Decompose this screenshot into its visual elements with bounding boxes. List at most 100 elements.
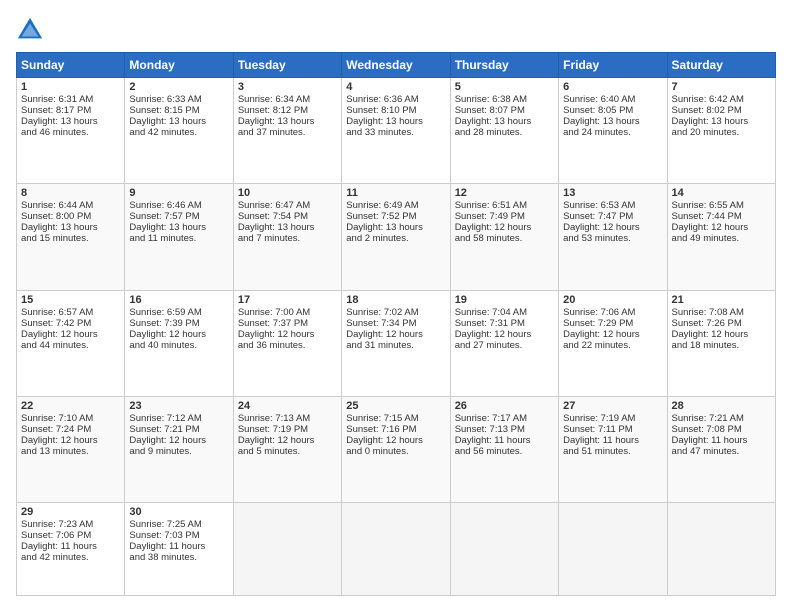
cell-line: Sunset: 7:29 PM — [563, 318, 662, 329]
day-number: 15 — [21, 294, 120, 306]
cell-line: Sunrise: 7:23 AM — [21, 519, 120, 530]
cell-line: and 11 minutes. — [129, 233, 228, 244]
cell-line: Sunset: 7:06 PM — [21, 530, 120, 541]
cell-line: and 44 minutes. — [21, 340, 120, 351]
calendar-cell: 26Sunrise: 7:17 AMSunset: 7:13 PMDayligh… — [450, 396, 558, 502]
cell-line: Daylight: 12 hours — [238, 435, 337, 446]
day-number: 2 — [129, 81, 228, 93]
cell-line: and 24 minutes. — [563, 127, 662, 138]
cell-line: Sunrise: 7:06 AM — [563, 307, 662, 318]
cell-line: Daylight: 12 hours — [455, 222, 554, 233]
cell-line: Daylight: 12 hours — [21, 435, 120, 446]
cell-line: Daylight: 12 hours — [129, 329, 228, 340]
day-number: 9 — [129, 187, 228, 199]
cell-line: Daylight: 13 hours — [238, 222, 337, 233]
cell-line: and 9 minutes. — [129, 446, 228, 457]
cell-line: Sunset: 7:31 PM — [455, 318, 554, 329]
header — [16, 16, 776, 44]
day-number: 24 — [238, 400, 337, 412]
calendar-cell: 10Sunrise: 6:47 AMSunset: 7:54 PMDayligh… — [233, 184, 341, 290]
day-number: 28 — [672, 400, 771, 412]
cell-line: Sunrise: 6:46 AM — [129, 200, 228, 211]
cell-line: and 40 minutes. — [129, 340, 228, 351]
cell-line: Sunrise: 6:40 AM — [563, 94, 662, 105]
cell-line: Sunset: 7:42 PM — [21, 318, 120, 329]
day-number: 23 — [129, 400, 228, 412]
calendar-cell: 29Sunrise: 7:23 AMSunset: 7:06 PMDayligh… — [17, 503, 125, 596]
calendar-cell: 14Sunrise: 6:55 AMSunset: 7:44 PMDayligh… — [667, 184, 775, 290]
cell-line: and 47 minutes. — [672, 446, 771, 457]
cell-line: Sunset: 8:15 PM — [129, 105, 228, 116]
weekday-header-tuesday: Tuesday — [233, 53, 341, 78]
calendar-cell: 27Sunrise: 7:19 AMSunset: 7:11 PMDayligh… — [559, 396, 667, 502]
cell-line: and 42 minutes. — [21, 552, 120, 563]
cell-line: Daylight: 12 hours — [21, 329, 120, 340]
cell-line: and 2 minutes. — [346, 233, 445, 244]
cell-line: Sunrise: 7:15 AM — [346, 413, 445, 424]
day-number: 30 — [129, 506, 228, 518]
cell-line: Sunset: 7:44 PM — [672, 211, 771, 222]
cell-line: Sunset: 7:37 PM — [238, 318, 337, 329]
weekday-header-monday: Monday — [125, 53, 233, 78]
day-number: 3 — [238, 81, 337, 93]
cell-line: Sunrise: 7:04 AM — [455, 307, 554, 318]
calendar-week-4: 22Sunrise: 7:10 AMSunset: 7:24 PMDayligh… — [17, 396, 776, 502]
calendar-cell: 5Sunrise: 6:38 AMSunset: 8:07 PMDaylight… — [450, 78, 558, 184]
cell-line: and 33 minutes. — [346, 127, 445, 138]
day-number: 5 — [455, 81, 554, 93]
calendar-cell: 17Sunrise: 7:00 AMSunset: 7:37 PMDayligh… — [233, 290, 341, 396]
cell-line: and 51 minutes. — [563, 446, 662, 457]
calendar-cell — [233, 503, 341, 596]
cell-line: Daylight: 13 hours — [129, 222, 228, 233]
day-number: 1 — [21, 81, 120, 93]
cell-line: and 31 minutes. — [346, 340, 445, 351]
calendar-table: SundayMondayTuesdayWednesdayThursdayFrid… — [16, 52, 776, 596]
cell-line: Sunrise: 7:25 AM — [129, 519, 228, 530]
calendar-cell: 9Sunrise: 6:46 AMSunset: 7:57 PMDaylight… — [125, 184, 233, 290]
cell-line: and 58 minutes. — [455, 233, 554, 244]
cell-line: and 20 minutes. — [672, 127, 771, 138]
cell-line: Sunset: 7:03 PM — [129, 530, 228, 541]
calendar-cell: 7Sunrise: 6:42 AMSunset: 8:02 PMDaylight… — [667, 78, 775, 184]
cell-line: Sunset: 7:24 PM — [21, 424, 120, 435]
cell-line: Sunrise: 6:49 AM — [346, 200, 445, 211]
day-number: 4 — [346, 81, 445, 93]
day-number: 22 — [21, 400, 120, 412]
calendar-week-3: 15Sunrise: 6:57 AMSunset: 7:42 PMDayligh… — [17, 290, 776, 396]
weekday-header-friday: Friday — [559, 53, 667, 78]
cell-line: and 18 minutes. — [672, 340, 771, 351]
cell-line: Sunrise: 6:55 AM — [672, 200, 771, 211]
cell-line: Sunset: 8:12 PM — [238, 105, 337, 116]
cell-line: Sunrise: 6:59 AM — [129, 307, 228, 318]
weekday-header-sunday: Sunday — [17, 53, 125, 78]
cell-line: Sunrise: 7:13 AM — [238, 413, 337, 424]
calendar-cell: 16Sunrise: 6:59 AMSunset: 7:39 PMDayligh… — [125, 290, 233, 396]
calendar-cell: 28Sunrise: 7:21 AMSunset: 7:08 PMDayligh… — [667, 396, 775, 502]
cell-line: and 56 minutes. — [455, 446, 554, 457]
cell-line: Sunrise: 7:12 AM — [129, 413, 228, 424]
cell-line: Sunrise: 6:33 AM — [129, 94, 228, 105]
cell-line: Sunset: 7:39 PM — [129, 318, 228, 329]
cell-line: Sunset: 7:49 PM — [455, 211, 554, 222]
day-number: 10 — [238, 187, 337, 199]
cell-line: Sunrise: 6:44 AM — [21, 200, 120, 211]
cell-line: and 27 minutes. — [455, 340, 554, 351]
calendar-cell: 11Sunrise: 6:49 AMSunset: 7:52 PMDayligh… — [342, 184, 450, 290]
calendar-cell: 3Sunrise: 6:34 AMSunset: 8:12 PMDaylight… — [233, 78, 341, 184]
day-number: 17 — [238, 294, 337, 306]
cell-line: and 5 minutes. — [238, 446, 337, 457]
weekday-header-thursday: Thursday — [450, 53, 558, 78]
calendar-cell: 8Sunrise: 6:44 AMSunset: 8:00 PMDaylight… — [17, 184, 125, 290]
calendar-header: SundayMondayTuesdayWednesdayThursdayFrid… — [17, 53, 776, 78]
calendar-cell: 2Sunrise: 6:33 AMSunset: 8:15 PMDaylight… — [125, 78, 233, 184]
weekday-header-row: SundayMondayTuesdayWednesdayThursdayFrid… — [17, 53, 776, 78]
logo — [16, 16, 48, 44]
cell-line: Daylight: 11 hours — [129, 541, 228, 552]
day-number: 19 — [455, 294, 554, 306]
day-number: 13 — [563, 187, 662, 199]
cell-line: Sunset: 7:57 PM — [129, 211, 228, 222]
calendar-cell — [559, 503, 667, 596]
day-number: 18 — [346, 294, 445, 306]
calendar-cell: 12Sunrise: 6:51 AMSunset: 7:49 PMDayligh… — [450, 184, 558, 290]
cell-line: Sunset: 7:08 PM — [672, 424, 771, 435]
